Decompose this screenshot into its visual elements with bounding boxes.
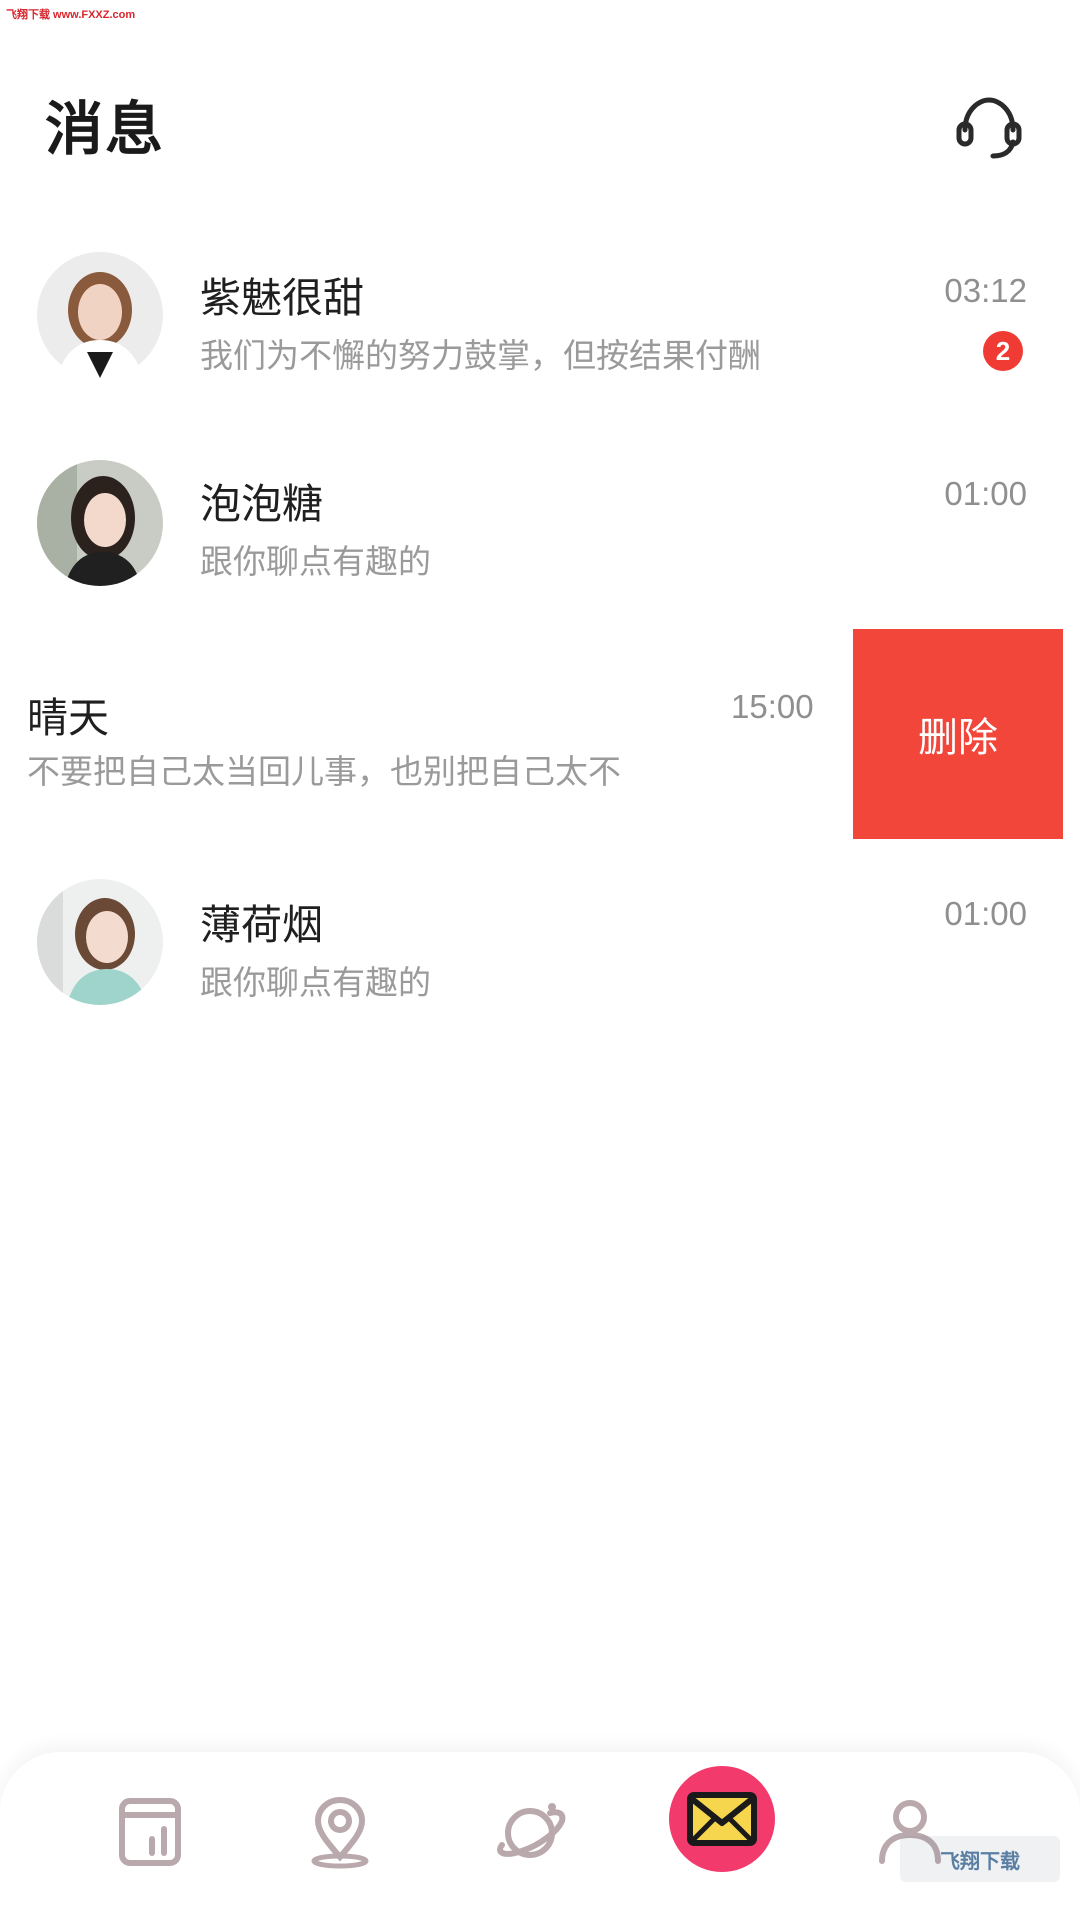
messages-tab-active[interactable] <box>669 1766 775 1872</box>
conversation-time: 03:12 <box>944 272 1027 309</box>
conversation-name[interactable]: 晴天 <box>27 684 109 744</box>
watermark-logo: 飞翔下载 <box>900 1836 1060 1882</box>
planet-icon[interactable] <box>480 1782 580 1882</box>
conversation-preview[interactable]: 不要把自己太当回儿事，也别把自己太不 <box>27 745 621 793</box>
conversation-time: 01:00 <box>944 895 1027 932</box>
mail-icon <box>687 1792 757 1846</box>
delete-button[interactable]: 删除 <box>853 629 1063 839</box>
avatar <box>37 460 163 586</box>
conversation-preview: 跟你聊点有趣的 <box>200 963 431 1002</box>
conversation-item-1[interactable]: 泡泡糖 跟你聊点有趣的 01:00 <box>0 435 1080 640</box>
conversation-name: 薄荷烟 <box>200 901 323 949</box>
conversation-name: 泡泡糖 <box>200 480 323 528</box>
avatar <box>37 252 163 378</box>
avatar <box>37 879 163 1005</box>
page-title: 消息 <box>45 95 166 163</box>
location-icon[interactable] <box>290 1782 390 1882</box>
home-icon[interactable] <box>100 1782 200 1882</box>
conversation-preview: 我们为不懈的努力鼓掌，但按结果付酬 <box>200 336 761 375</box>
conversation-name: 紫魅很甜 <box>200 274 364 322</box>
customer-service-headset-icon[interactable] <box>955 92 1023 162</box>
conversation-time: 15:00 <box>731 688 814 725</box>
watermark-top: 飞翔下载 www.FXXZ.com <box>6 9 136 21</box>
conversation-item-0[interactable]: 紫魅很甜 我们为不懈的努力鼓掌，但按结果付酬 03:12 2 <box>0 228 1080 433</box>
conversation-time: 01:00 <box>944 475 1027 512</box>
conversation-preview: 跟你聊点有趣的 <box>200 542 431 581</box>
conversation-item-3[interactable]: 薄荷烟 跟你聊点有趣的 01:00 <box>0 855 1080 1060</box>
unread-badge: 2 <box>983 331 1023 371</box>
